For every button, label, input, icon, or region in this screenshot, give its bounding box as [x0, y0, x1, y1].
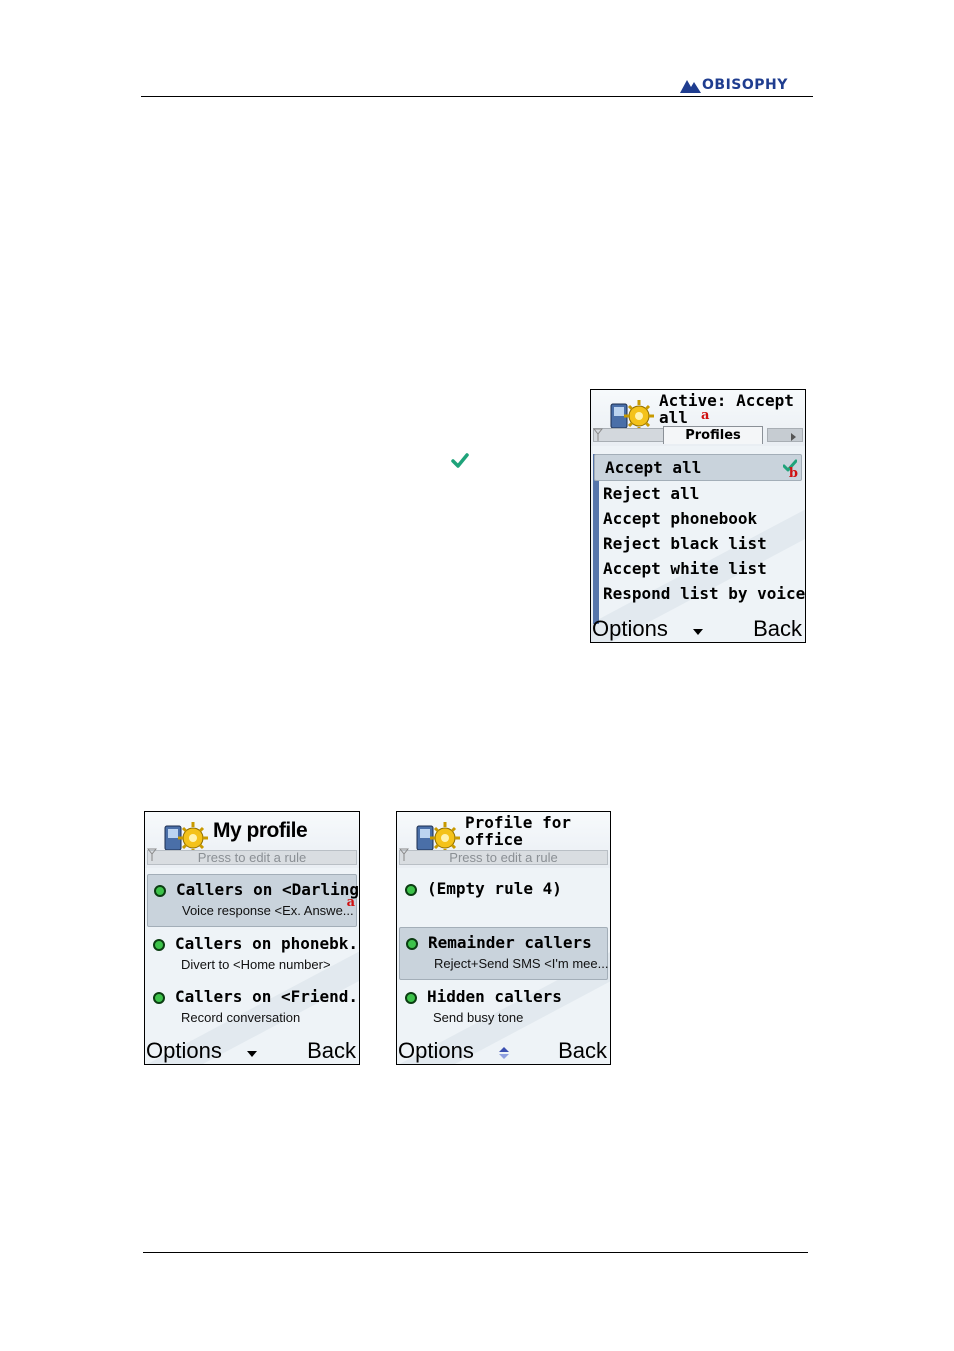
status-dot-icon	[154, 885, 166, 897]
list-item[interactable]: Hidden callers Send busy tone	[399, 982, 608, 1033]
hint-text: Press to edit a rule	[449, 850, 558, 865]
scroll-down-icon	[247, 1051, 257, 1057]
list-item[interactable]: Callers on <Darling> Voice response <Ex.…	[147, 874, 360, 927]
rule-name: Callers on phonebk.	[175, 934, 359, 953]
status-dot-icon	[153, 992, 165, 1004]
chevron-right-icon	[791, 433, 796, 441]
list-item[interactable]: (Empty rule 4)	[399, 874, 608, 925]
obisophy-logo: OBISOPHY	[680, 76, 800, 94]
rule-name: Remainder callers	[428, 933, 592, 952]
back-softkey[interactable]: Back	[558, 1038, 607, 1064]
screen-title-line2: office	[465, 830, 523, 849]
options-softkey[interactable]: Options	[398, 1038, 474, 1064]
rule-name: Callers on <Darling>	[176, 880, 360, 899]
screen-title: My profile	[213, 819, 308, 842]
rule-list: Callers on <Darling> Voice response <Ex.…	[145, 874, 359, 1035]
screen-header: My profile Press to edit a rule	[145, 812, 359, 868]
scroll-updown-icon	[498, 1047, 509, 1059]
options-softkey[interactable]: Options	[146, 1038, 222, 1064]
screen-title-line1: Active: Accept	[659, 391, 794, 410]
rule-action: Divert to <Home number>	[181, 957, 331, 972]
list-item[interactable]: Accept white list	[591, 556, 805, 581]
status-dot-icon	[405, 992, 417, 1004]
tab-next[interactable]	[767, 428, 803, 442]
profile-list: Accept all b Reject all Accept phonebook…	[591, 454, 805, 624]
rule-name: Callers on <Friend...	[175, 987, 360, 1006]
tab-profiles[interactable]: Profiles	[663, 426, 763, 444]
logo-text: OBISOPHY	[702, 77, 788, 93]
list-item[interactable]: Respond list by voice	[591, 581, 805, 606]
list-item-label: Accept white list	[603, 559, 767, 578]
list-item-label: Reject all	[603, 484, 700, 503]
list-item-label: Respond list by voice	[603, 584, 806, 603]
back-softkey[interactable]: Back	[753, 616, 802, 642]
softkey-bar: Options Back	[145, 1038, 359, 1064]
softkey-bar: Options Back	[397, 1038, 610, 1064]
screen-header: Profile for office Press to edit a rule	[397, 812, 610, 868]
screen-title: Profile for office	[465, 814, 571, 848]
list-item-label: Accept all	[605, 458, 702, 477]
rule-list: (Empty rule 4) Remainder callers Reject+…	[397, 874, 610, 1035]
list-item[interactable]: Remainder callers Reject+Send SMS <I'm m…	[399, 927, 608, 980]
signal-icon	[399, 848, 409, 861]
screen-title-line1: Profile for	[465, 813, 571, 832]
list-item[interactable]: Reject all	[591, 481, 805, 506]
phone-screen-profiles: Active: Accept all a Profiles Accept all…	[590, 389, 806, 643]
screen-title: Active: Accept all	[659, 392, 794, 426]
list-item-label: Reject black list	[603, 534, 767, 553]
screen-header: Active: Accept all a Profiles	[591, 390, 805, 446]
rule-name: Hidden callers	[427, 987, 562, 1006]
softkey-bar: Options Back	[591, 616, 805, 642]
header-rule	[141, 96, 813, 97]
annotation-mark-a: a	[346, 895, 355, 910]
list-item[interactable]: Callers on phonebk. Divert to <Home numb…	[147, 929, 359, 980]
status-dot-icon	[405, 884, 417, 896]
rule-action: Reject+Send SMS <I'm mee...	[434, 956, 609, 971]
list-item[interactable]: Accept phonebook	[591, 506, 805, 531]
screen-title-line2: all	[659, 408, 688, 427]
rule-action: Send busy tone	[433, 1010, 524, 1025]
signal-icon	[147, 848, 157, 861]
list-item[interactable]: Accept all b	[594, 454, 802, 481]
rule-name: (Empty rule 4)	[427, 879, 562, 898]
rule-action: Record conversation	[181, 1010, 301, 1025]
phone-screen-my-profile: My profile Press to edit a rule Callers …	[144, 811, 360, 1065]
phone-screen-office-profile: Profile for office Press to edit a rule …	[396, 811, 611, 1065]
tab-bar: Profiles	[591, 426, 805, 444]
annotation-mark-a: a	[701, 408, 710, 423]
logo-mark-icon	[680, 80, 701, 93]
back-softkey[interactable]: Back	[307, 1038, 356, 1064]
signal-icon	[593, 428, 603, 441]
rule-action: Voice response <Ex. Answe...	[182, 903, 354, 918]
tab-previous[interactable]	[593, 428, 667, 442]
list-item-label: Accept phonebook	[603, 509, 758, 528]
footer-rule	[143, 1252, 808, 1253]
status-dot-icon	[153, 939, 165, 951]
hint-text: Press to edit a rule	[197, 850, 307, 865]
list-item[interactable]: Reject black list	[591, 531, 805, 556]
options-softkey[interactable]: Options	[592, 616, 668, 642]
status-dot-icon	[406, 938, 418, 950]
scroll-down-icon	[693, 629, 703, 635]
list-item[interactable]: Callers on <Friend... Record conversatio…	[147, 982, 360, 1033]
check-icon	[451, 453, 469, 468]
